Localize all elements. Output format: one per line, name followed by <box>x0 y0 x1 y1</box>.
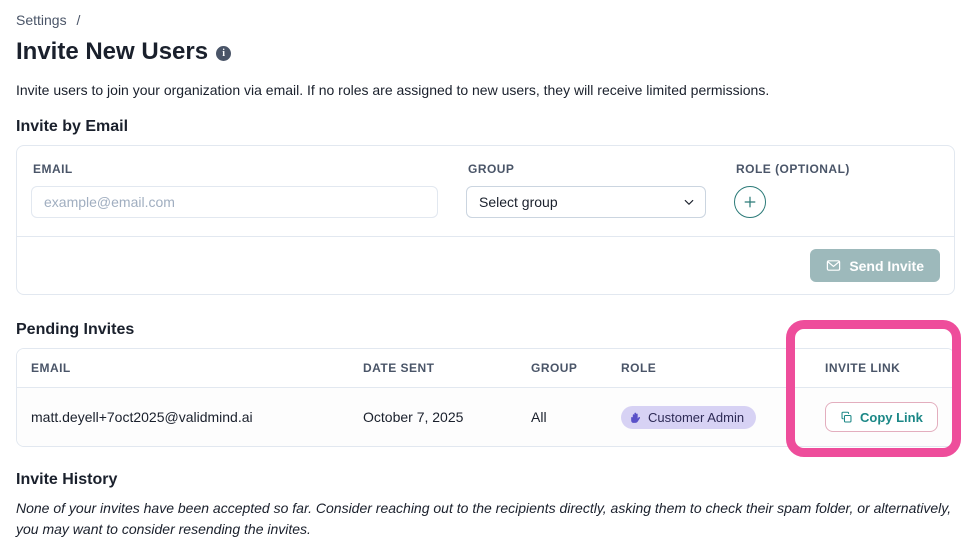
role-badge: Customer Admin <box>621 406 756 429</box>
add-role-button[interactable] <box>734 186 766 218</box>
pending-invites-heading: Pending Invites <box>16 321 955 339</box>
row-role: Customer Admin <box>607 392 811 443</box>
breadcrumb: Settings / <box>16 12 955 28</box>
role-badge-label: Customer Admin <box>648 410 744 425</box>
breadcrumb-settings-link[interactable]: Settings <box>16 12 67 28</box>
row-date-sent: October 7, 2025 <box>349 395 517 439</box>
copy-link-button[interactable]: Copy Link <box>825 402 938 432</box>
copy-icon <box>840 411 853 424</box>
table-header-invite-link: INVITE LINK <box>811 349 954 387</box>
table-header-group: GROUP <box>517 349 607 387</box>
invite-history-message: None of your invites have been accepted … <box>16 498 955 540</box>
info-icon[interactable]: i <box>216 46 231 61</box>
hand-icon <box>629 411 642 424</box>
group-column-label: GROUP <box>466 156 706 186</box>
email-input[interactable] <box>31 186 438 218</box>
invite-by-email-heading: Invite by Email <box>16 118 955 136</box>
table-header-row: EMAIL DATE SENT GROUP ROLE INVITE LINK <box>17 349 954 388</box>
chevron-down-icon <box>683 196 695 208</box>
page-title: Invite New Users <box>16 38 208 66</box>
table-row: matt.deyell+7oct2025@validmind.ai Octobe… <box>17 388 954 446</box>
plus-icon <box>743 195 757 209</box>
send-invite-button[interactable]: Send Invite <box>810 249 940 282</box>
row-email: matt.deyell+7oct2025@validmind.ai <box>17 395 349 439</box>
email-column-label: EMAIL <box>31 156 438 186</box>
table-header-role: ROLE <box>607 349 811 387</box>
row-invite-link: Copy Link <box>811 388 954 446</box>
invite-by-email-card: EMAIL GROUP Select group R <box>16 145 955 295</box>
page-description: Invite users to join your organization v… <box>16 82 955 98</box>
group-select-value: Select group <box>479 194 558 210</box>
table-header-date-sent: DATE SENT <box>349 349 517 387</box>
settings-invite-page: Settings / Invite New Users i Invite use… <box>0 0 971 540</box>
row-group: All <box>517 395 607 439</box>
envelope-icon <box>826 258 841 273</box>
pending-invites-table: EMAIL DATE SENT GROUP ROLE INVITE LINK m… <box>16 348 955 447</box>
send-invite-label: Send Invite <box>849 258 924 274</box>
group-select[interactable]: Select group <box>466 186 706 218</box>
invite-history-heading: Invite History <box>16 471 955 489</box>
role-column-label: ROLE (OPTIONAL) <box>734 156 940 186</box>
table-header-email: EMAIL <box>17 349 349 387</box>
breadcrumb-separator: / <box>76 12 80 28</box>
copy-link-label: Copy Link <box>860 410 923 425</box>
